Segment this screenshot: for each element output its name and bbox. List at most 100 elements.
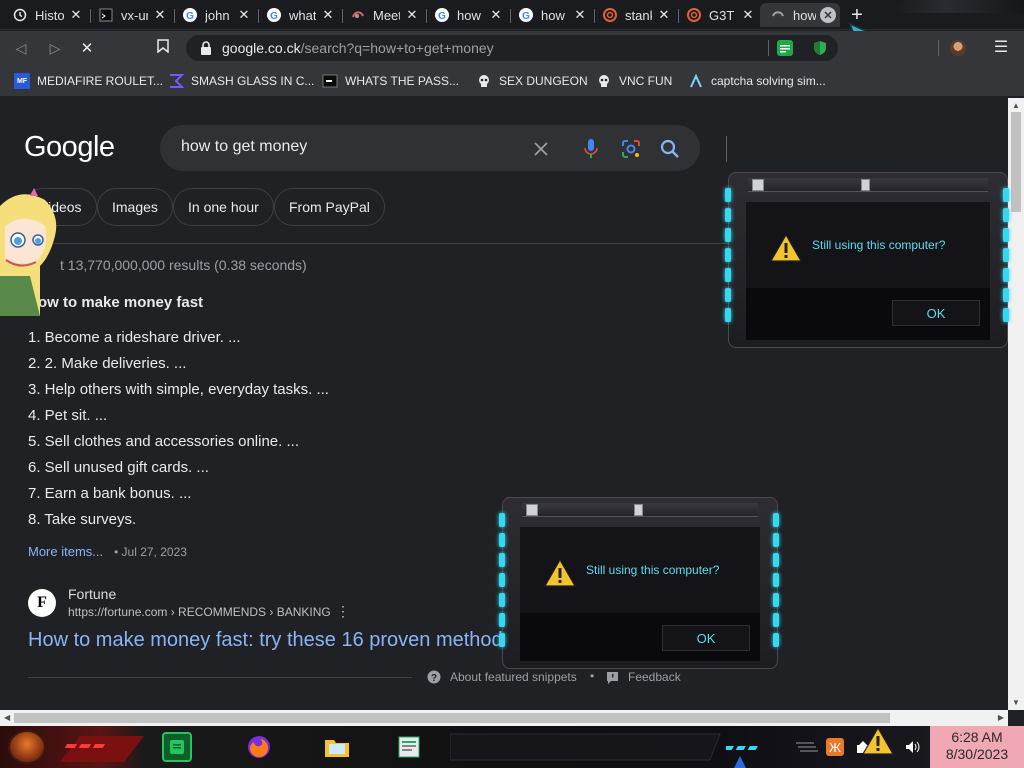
google-icon: G [266,7,282,23]
mic-icon[interactable] [580,138,602,160]
close-icon[interactable]: ✕ [68,7,84,23]
extension-sheets-icon[interactable] [777,40,793,56]
close-icon[interactable]: ✕ [152,7,168,23]
bookmark-button[interactable] [154,39,172,57]
tray-app-icon[interactable]: Ж [826,738,844,756]
dialog-icon [752,179,764,191]
clock-date: 8/30/2023 [945,746,1009,762]
tab-g3t[interactable]: G3T F ✕ [676,3,760,27]
bookmark-whats-the-pass[interactable]: WHATS THE PASS... [322,71,459,91]
tab-title: vx-ur [121,7,148,23]
ok-button[interactable]: OK [892,300,980,326]
close-icon[interactable]: ✕ [572,7,588,23]
tab-what[interactable]: G what ✕ [256,3,340,27]
list-item: 6. Sell unused gift cards. ... [28,459,209,476]
dialog-footer: OK [746,288,990,340]
tab-title: what [289,7,316,23]
taskbar-firefox-app[interactable] [244,732,274,762]
svg-text:G: G [186,11,194,22]
dialog-grip[interactable] [634,504,643,516]
taskbar-notepad-app[interactable] [394,732,424,762]
result-site-name[interactable]: Fortune [68,586,116,602]
stop-button[interactable]: ✕ [78,39,96,57]
address-bar[interactable]: google.co.ck/search?q=how+to+get+money [186,35,838,61]
close-icon[interactable]: ✕ [404,7,420,23]
bookmark-sex-dungeon[interactable]: SEX DUNGEON [476,71,588,91]
result-site-url[interactable]: https://fortune.com › RECOMMENDS › BANKI… [68,605,331,619]
dialog-icon [526,504,538,516]
more-options-icon[interactable]: ⋮ [336,603,350,619]
tab-stank[interactable]: stank ✕ [592,3,676,27]
tab-title: Histo [35,7,64,23]
chip-images[interactable]: Images [97,188,173,226]
google-logo[interactable]: Google [24,131,115,164]
profile-avatar[interactable] [950,40,966,56]
url-path: /search?q=how+to+get+money [300,40,494,56]
google-icon: G [518,7,534,23]
lambda-icon [688,73,704,89]
scroll-thumb[interactable] [1011,112,1021,212]
bookmark-captcha[interactable]: captcha solving sim... [688,71,826,91]
close-icon[interactable]: ✕ [488,7,504,23]
taskbar-sheets-app[interactable] [162,732,192,762]
result-stats: t 13,770,000,000 results (0.38 seconds) [60,257,307,273]
more-items-link[interactable]: More items... [28,544,103,559]
svg-text:G: G [522,11,530,22]
chip-from-paypal[interactable]: From PayPal [274,188,385,226]
tab-title: john [205,7,230,23]
feedback-link[interactable]: Feedback [606,670,681,684]
svg-text:?: ? [431,673,437,684]
result-title-link[interactable]: How to make money fast: try these 16 pro… [28,629,503,652]
url-host: google.co.ck [222,40,301,56]
bookmark-label: MEDIAFIRE ROULET... [37,74,164,88]
firefox-icon [248,736,270,758]
lens-icon[interactable] [620,138,642,160]
browser-menu-button[interactable]: ☰ [992,39,1010,57]
chip-in-one-hour[interactable]: In one hour [173,188,274,226]
bookmark-mediafire[interactable]: MF MEDIAFIRE ROULET... [14,71,163,91]
scroll-thumb[interactable] [14,713,890,723]
feedback-label: Feedback [628,670,681,684]
forward-button[interactable]: ▷ [46,39,64,57]
tab-title: stank [625,7,652,23]
idle-dialog: Still using this computer? OK [499,497,779,669]
bookmark-smash-glass[interactable]: SMASH GLASS IN C... [168,71,314,91]
about-featured-snippets-link[interactable]: ? About featured snippets [427,670,577,684]
ok-button[interactable]: OK [662,625,750,651]
search-input[interactable]: how to get money [160,125,727,171]
tab-how-active[interactable]: how ✕ [760,3,840,27]
taskbar-decoration [450,733,721,761]
bookmark-vnc-fun[interactable]: VNC FUN [596,71,672,91]
warning-icon[interactable] [862,727,894,755]
volume-icon[interactable] [904,738,922,756]
horizontal-scrollbar[interactable]: ◀ ▶ [0,710,1008,726]
tab-john[interactable]: G john ✕ [172,3,256,27]
dialog-grip[interactable] [861,179,870,191]
tab-history[interactable]: Histo ✕ [2,3,88,27]
tab-title: how [793,7,816,23]
spiral-icon [686,7,702,23]
taskbar-explorer-app[interactable] [322,732,352,762]
tab-vx[interactable]: vx-ur ✕ [88,3,172,27]
extension-shield-icon[interactable] [812,40,828,56]
lock-icon [201,41,211,55]
close-icon[interactable]: ✕ [740,7,756,23]
close-icon[interactable]: ✕ [820,7,836,23]
featured-snippet-list: 1. Become a rideshare driver. ... 2. 2. … [28,327,329,535]
close-icon[interactable]: ✕ [320,7,336,23]
search-icon[interactable] [659,138,681,160]
back-button[interactable]: ◁ [12,39,30,57]
bracket-icon [168,73,184,89]
system-clock[interactable]: 6:28 AM 8/30/2023 [930,726,1024,768]
skull-icon [596,73,612,89]
clear-icon[interactable] [530,138,552,160]
tab-how-2[interactable]: G how ✕ [508,3,592,27]
tab-how-1[interactable]: G how ✕ [424,3,508,27]
start-button[interactable] [8,730,46,764]
terminal-icon [322,73,338,89]
list-item: 4. Pet sit. ... [28,407,108,424]
close-icon[interactable]: ✕ [236,7,252,23]
close-icon[interactable]: ✕ [656,7,672,23]
folder-icon [325,740,349,757]
tab-meet[interactable]: Meet ✕ [340,3,424,27]
